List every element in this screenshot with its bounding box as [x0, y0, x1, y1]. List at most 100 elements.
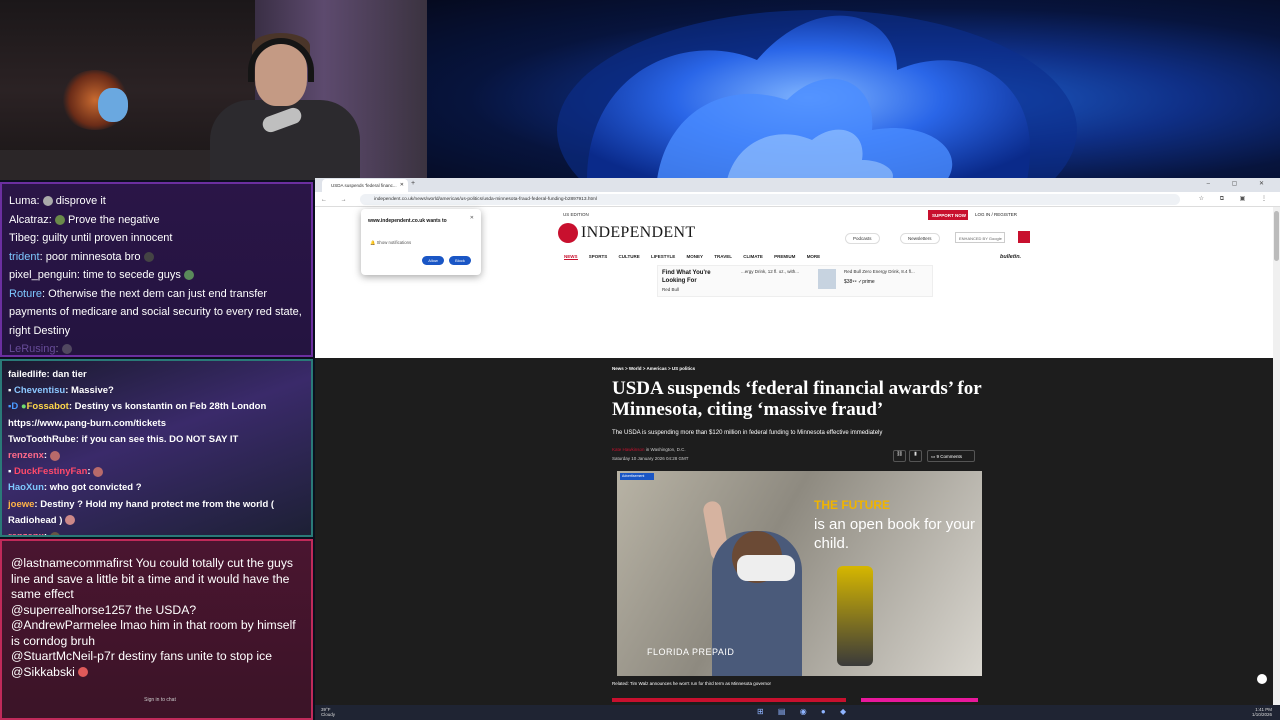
- chat-message: HaoXun: who got convicted ?: [8, 482, 142, 494]
- chat-text: who got convicted ?: [49, 482, 142, 494]
- emote-icon: [49, 450, 60, 461]
- chat-message: @StuartMcNeil-p7r destiny fans unite to …: [11, 649, 302, 665]
- toolbar-icons[interactable]: ☆ ⧉ ▣ ⋮: [1199, 195, 1274, 203]
- chat-text: guilty until proven innocent: [42, 232, 173, 244]
- bulletin-logo[interactable]: bulletin.: [1000, 254, 1021, 260]
- site-logo[interactable]: INDEPENDENT: [558, 223, 695, 245]
- chat-panel-youtube[interactable]: @lastnamecommafirst You could totally cu…: [0, 539, 313, 720]
- chat-username: @Sikkabski: [11, 664, 75, 679]
- chat-text: destiny fans unite to stop ice: [118, 649, 272, 663]
- chat-message: ▪ Cheventisu: Massive?: [8, 385, 114, 397]
- search-icon[interactable]: [1018, 231, 1030, 243]
- nav-premium[interactable]: PREMIUM: [774, 254, 795, 259]
- chat-panel-overlay[interactable]: failedlife: dan tier ▪ Cheventisu: Massi…: [0, 359, 313, 537]
- address-toolbar: ← → ↻ independent.co.uk/news/world/ameri…: [315, 192, 1280, 207]
- chat-username: pixel_penguin: [9, 269, 77, 281]
- tab-title: USDA suspends 'federal financ...: [331, 183, 397, 188]
- chat-message: @AndrewParmelee lmao him in that room by…: [11, 618, 302, 649]
- breadcrumb[interactable]: News > World > Americas > US politics: [612, 366, 695, 371]
- scroll-thumb[interactable]: [1274, 211, 1279, 261]
- chat-username: DuckFestinyFan: [14, 466, 88, 478]
- article-headline: USDA suspends ‘federal financial awards’…: [612, 378, 982, 420]
- screen: Luma: disprove it Alcatraz: Prove the ne…: [0, 0, 1280, 720]
- bell-icon: 🔔: [370, 240, 376, 245]
- allow-button[interactable]: Allow: [422, 256, 444, 265]
- author-link[interactable]: Kate Hawkinson: [612, 447, 645, 452]
- ad-brand: FLORIDA PREPAID: [647, 647, 735, 657]
- chat-message: @lastnamecommafirst You could totally cu…: [11, 556, 302, 603]
- notification-bell-icon[interactable]: [1257, 674, 1267, 684]
- ad-badge: Advertisement: [620, 473, 654, 480]
- chat-message: failedlife: dan tier: [8, 369, 87, 380]
- nav-more[interactable]: MORE: [807, 254, 821, 259]
- notification-permission-popup: www.independent.co.uk wants to ✕ 🔔 Show …: [361, 209, 481, 275]
- browser-tab[interactable]: USDA suspends 'federal financ... ✕: [322, 179, 408, 192]
- nav-culture[interactable]: CULTURE: [619, 254, 640, 259]
- chat-username: Luma: [9, 195, 37, 207]
- bookmark-icon[interactable]: ▮: [909, 450, 922, 462]
- article-standfirst: The USDA is suspending more than $120 mi…: [612, 430, 883, 436]
- popup-permission: 🔔 Show notifications: [370, 240, 412, 245]
- banner-ad[interactable]: Find What You're Looking For Red Bull ..…: [657, 265, 933, 297]
- system-tray[interactable]: 1:41 PM 1/10/2026: [1252, 707, 1272, 717]
- support-button[interactable]: SUPPORT NOW: [928, 210, 968, 220]
- edition-selector[interactable]: US EDITION: [563, 212, 589, 217]
- chat-username: @StuartMcNeil-p7r: [11, 649, 115, 663]
- chat-message: Roture: Otherwise the next dem can just …: [9, 287, 302, 337]
- ad-tagline: THE FUTURE: [814, 498, 890, 512]
- chat-message: ▪ DuckFestinyFan:: [8, 464, 305, 480]
- new-tab-icon[interactable]: +: [411, 180, 415, 187]
- podcasts-button[interactable]: Podcasts: [845, 233, 880, 244]
- tab-strip: USDA suspends 'federal financ... ✕ + – ▢ …: [315, 178, 1280, 192]
- ad-product: Red Bull Zero Energy Drink, 8.4 fl...: [844, 269, 915, 274]
- share-tools: ⛓ ▮: [890, 450, 922, 462]
- window-controls[interactable]: – ▢ ✕: [1207, 180, 1274, 187]
- chat-username: Tibeg: [9, 232, 37, 244]
- chat-message: renzenx:: [8, 529, 305, 537]
- newsletters-button[interactable]: Newsletters: [900, 233, 940, 244]
- nav-travel[interactable]: TRAVEL: [714, 254, 732, 259]
- chat-username: trident: [9, 250, 40, 263]
- site-search-input[interactable]: ENHANCED BY Google: [955, 232, 1005, 243]
- ad-price: $38⁹⁹ ✓prime: [844, 279, 875, 285]
- nav-climate[interactable]: CLIMATE: [743, 254, 763, 259]
- related-link[interactable]: Related: Tim Walz announces he won't run…: [612, 681, 771, 686]
- comments-button[interactable]: ▭ 9 Comments: [927, 450, 975, 462]
- ad-product: ...ergy Drink, 12 fl. oz., with...: [741, 269, 800, 274]
- nav-lifestyle[interactable]: LIFESTYLE: [651, 254, 675, 259]
- badge-icon: ▪: [8, 385, 12, 397]
- chat-username: renzenx: [8, 450, 44, 462]
- login-link[interactable]: LOG IN / REGISTER: [975, 212, 1017, 217]
- chat-text: time to secede guys: [83, 269, 181, 281]
- chat-text: the USDA?: [135, 602, 197, 617]
- video-ad-player[interactable]: Advertisement THE FUTURE is an open book…: [617, 471, 982, 676]
- chat-message: Alcatraz: Prove the negative: [9, 213, 160, 226]
- taskbar: 39°F Cloudy ⊞ ▤ ◉ ● ◆ 1:41 PM 1/10/2026: [315, 705, 1280, 720]
- block-button[interactable]: Block: [449, 256, 471, 265]
- chat-message: @Sikkabski: [11, 665, 302, 681]
- scrollbar[interactable]: [1273, 207, 1280, 705]
- emote-icon: [65, 515, 76, 526]
- chat-message: @superrealhorse1257 the USDA?: [11, 603, 302, 619]
- browser-window: USDA suspends 'federal financ... ✕ + – ▢ …: [315, 178, 1280, 705]
- link-icon[interactable]: ⛓: [893, 450, 906, 462]
- nav-money[interactable]: MONEY: [687, 254, 704, 259]
- publish-date: Saturday 10 January 2026 04:28 GMT: [612, 456, 689, 461]
- chat-text: disprove it: [55, 195, 106, 207]
- close-tab-icon[interactable]: ✕: [400, 182, 404, 188]
- url-bar[interactable]: independent.co.uk/news/world/americas/us…: [360, 194, 1180, 205]
- close-icon[interactable]: ✕: [470, 215, 474, 221]
- nav-sports[interactable]: SPORTS: [589, 254, 608, 259]
- weather-widget[interactable]: 39°F Cloudy: [321, 707, 335, 717]
- chat-message: joewe: Destiny ? Hold my hand protect me…: [8, 498, 275, 526]
- chat-text: Otherwise the next dem can just end tran…: [9, 287, 302, 337]
- nav-news[interactable]: NEWS: [564, 254, 578, 260]
- taskbar-apps[interactable]: ⊞ ▤ ◉ ● ◆: [757, 707, 852, 716]
- chat-text: poor minnesota bro: [45, 250, 141, 263]
- chat-username: @AndrewParmelee: [11, 618, 117, 632]
- emote-icon: [54, 214, 65, 225]
- chat-username: renzenx: [8, 531, 44, 537]
- chat-panel-twitch[interactable]: Luma: disprove it Alcatraz: Prove the ne…: [0, 182, 313, 357]
- byline: Kate Hawkinson in Washington, D.C.: [612, 447, 686, 452]
- sign-in-to-chat[interactable]: Sign in to chat: [14, 697, 306, 707]
